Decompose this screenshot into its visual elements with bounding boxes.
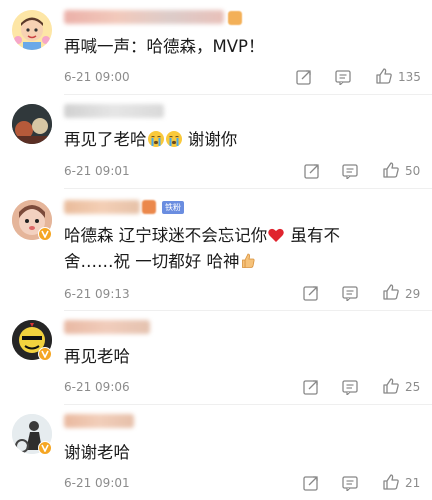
username[interactable]	[64, 10, 224, 24]
avatar[interactable]	[12, 104, 52, 144]
verified-badge	[38, 227, 52, 241]
comment-time: 6-21 09:13	[64, 287, 130, 301]
like-count: 25	[405, 380, 421, 394]
comment-icon[interactable]	[339, 472, 361, 494]
like-icon[interactable]	[380, 375, 402, 397]
comment-text: 哈德森 辽宁球迷不会忘记你 虽有不 舍……祝 一切都好 哈神	[64, 226, 340, 271]
like-icon[interactable]	[380, 281, 402, 303]
comment-icon[interactable]	[339, 376, 361, 398]
vip-level-icon	[228, 11, 242, 25]
like-count: 135	[398, 70, 421, 84]
divider	[64, 310, 432, 311]
comment-list: 再喊一声：哈德森，MVP！ 6-21 09:00 135 再见了老哈 谢谢你 6…	[0, 0, 432, 500]
like-count: 21	[405, 476, 421, 490]
comment-text: 谢谢老哈	[64, 443, 130, 462]
vip-level-icon	[142, 200, 156, 214]
thumbs-up-emoji	[240, 252, 258, 270]
like-icon[interactable]	[380, 471, 402, 493]
divider	[64, 404, 432, 405]
comment-time: 6-21 09:06	[64, 380, 130, 394]
divider	[64, 188, 432, 189]
verified-badge	[38, 441, 52, 455]
comment-text: 再见了老哈 谢谢你	[64, 130, 238, 149]
comment-time: 6-21 09:01	[64, 476, 130, 490]
comment-time: 6-21 09:01	[64, 164, 130, 178]
username[interactable]	[64, 414, 134, 428]
comment-time: 6-21 09:00	[64, 70, 130, 84]
share-icon[interactable]	[300, 472, 322, 494]
username[interactable]	[64, 320, 150, 334]
username[interactable]	[64, 104, 164, 118]
share-icon[interactable]	[300, 282, 322, 304]
crying-emoji	[147, 130, 165, 148]
like-count: 50	[405, 164, 421, 178]
share-icon[interactable]	[301, 160, 323, 182]
like-icon[interactable]	[373, 65, 395, 87]
username[interactable]	[64, 200, 140, 214]
comment-icon[interactable]	[339, 160, 361, 182]
comment-icon[interactable]	[339, 282, 361, 304]
comment-icon[interactable]	[332, 66, 354, 88]
fan-badge: 铁粉	[162, 201, 184, 214]
comment-text: 再见老哈	[64, 347, 130, 366]
red-heart-emoji	[267, 226, 285, 244]
like-icon[interactable]	[380, 159, 402, 181]
verified-badge	[38, 347, 52, 361]
crying-emoji	[165, 130, 183, 148]
comment-text: 再喊一声：哈德森，MVP！	[64, 37, 265, 56]
share-icon[interactable]	[300, 376, 322, 398]
like-count: 29	[405, 287, 421, 301]
share-icon[interactable]	[293, 66, 315, 88]
avatar[interactable]	[12, 10, 52, 50]
divider	[64, 94, 432, 95]
